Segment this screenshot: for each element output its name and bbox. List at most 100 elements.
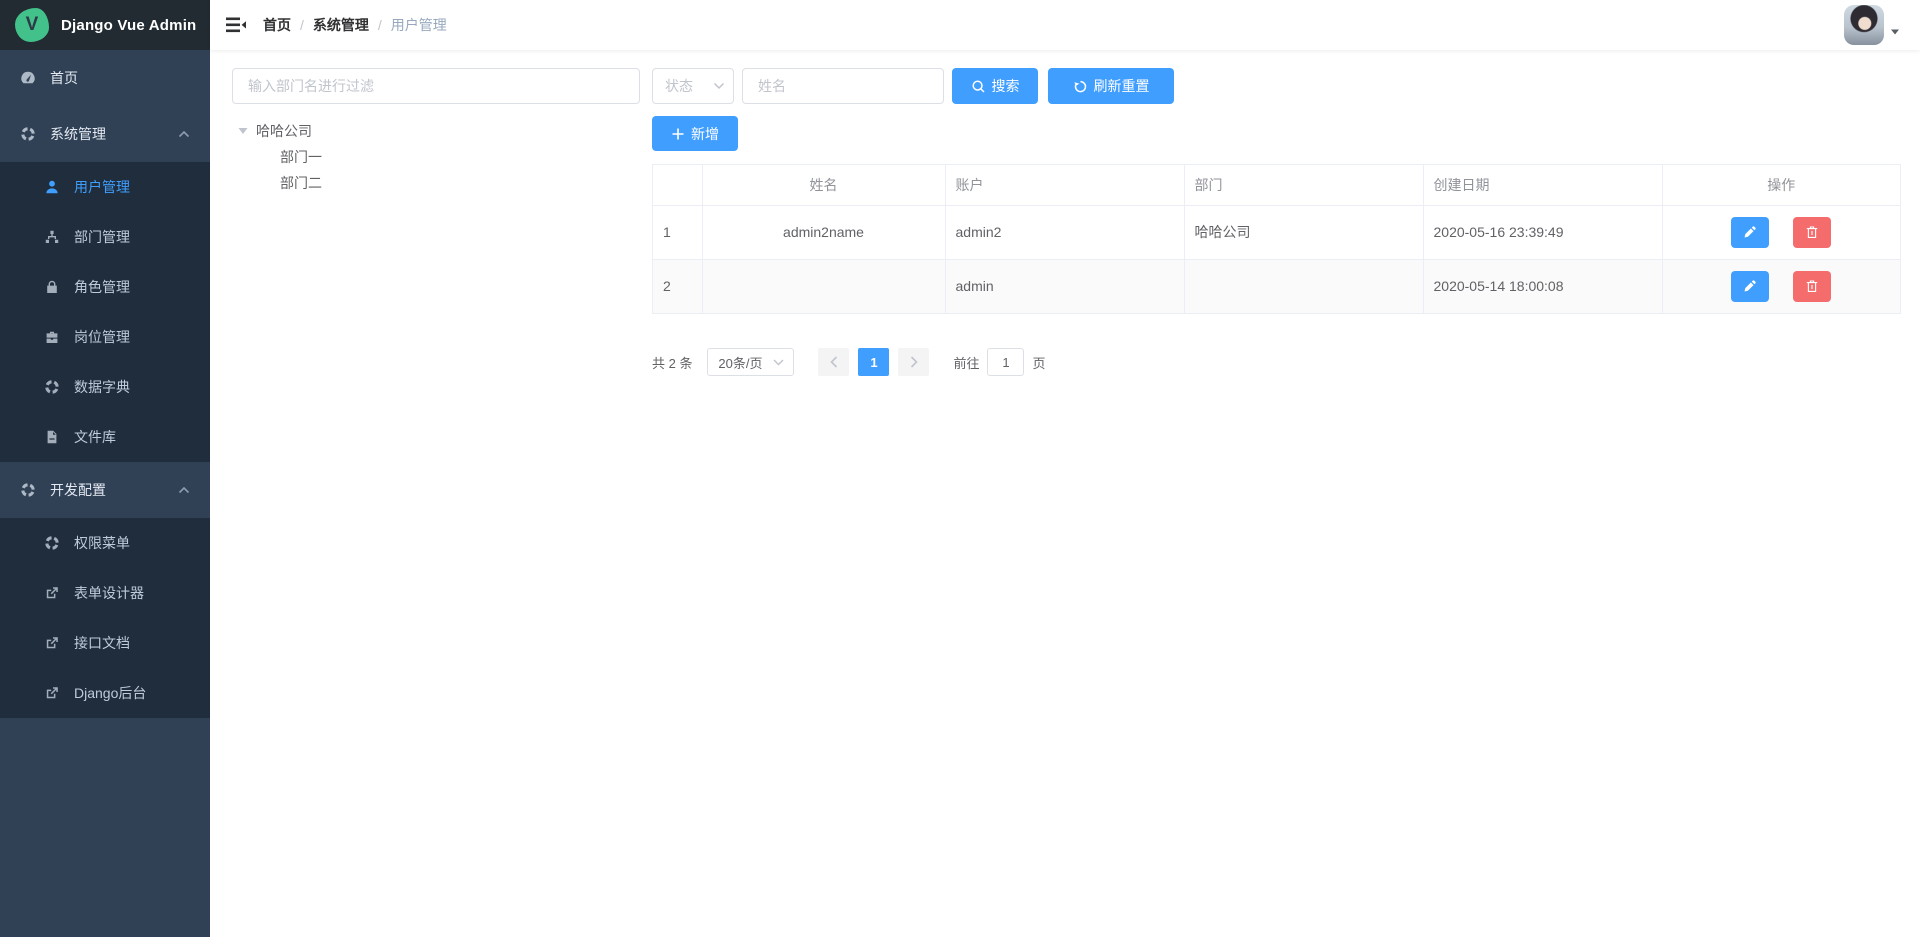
- tree-node-child[interactable]: 部门二: [232, 170, 640, 196]
- sidebar-item-dept-mgmt[interactable]: 部门管理: [0, 212, 210, 262]
- user-avatar[interactable]: [1844, 5, 1884, 45]
- submenu-dev-config: 权限菜单 表单设计器 接口文档 Django后台: [0, 518, 210, 718]
- edit-button[interactable]: [1731, 217, 1769, 248]
- sidebar-section-dev-config[interactable]: 开发配置: [0, 462, 210, 518]
- breadcrumb-system[interactable]: 系统管理: [313, 15, 369, 35]
- sidebar-item-permission-menu[interactable]: 权限菜单: [0, 518, 210, 568]
- cell-dept: [1184, 259, 1423, 313]
- sidebar-item-home[interactable]: 首页: [0, 50, 210, 106]
- cell-account: admin2: [945, 205, 1184, 259]
- tree-node-label[interactable]: 哈哈公司: [256, 121, 312, 141]
- refresh-icon: [1073, 79, 1088, 94]
- sidebar-section-system[interactable]: 系统管理: [0, 106, 210, 162]
- filter-row: 状态 搜索 刷新重置: [652, 68, 1901, 104]
- cell-name: admin2name: [702, 205, 945, 259]
- lock-icon: [44, 279, 60, 295]
- table-row: 2 admin 2020-05-14 18:00:08: [653, 259, 1900, 313]
- app-logo-bar[interactable]: V Django Vue Admin: [0, 0, 210, 50]
- breadcrumb-separator: /: [378, 17, 382, 33]
- edit-button[interactable]: [1731, 271, 1769, 302]
- navbar-right: [1844, 5, 1900, 45]
- submenu-system: 用户管理 部门管理 角色管理 岗位管理 数据字典 文件库: [0, 162, 210, 462]
- delete-button[interactable]: [1793, 217, 1831, 248]
- table-row: 1 admin2name admin2 哈哈公司 2020-05-16 23:3…: [653, 205, 1900, 259]
- component-icon: [44, 535, 60, 551]
- col-account: 账户: [945, 165, 1184, 205]
- sidebar-item-label: Django后台: [74, 683, 146, 703]
- sidebar-item-data-dict[interactable]: 数据字典: [0, 362, 210, 412]
- prev-page-button[interactable]: [818, 348, 849, 376]
- cell-index: 1: [653, 205, 702, 259]
- sidebar-item-django-admin[interactable]: Django后台: [0, 668, 210, 718]
- chevron-down-icon: [773, 359, 784, 366]
- top-navbar: 首页 / 系统管理 / 用户管理: [210, 0, 1920, 50]
- sidebar-item-label: 接口文档: [74, 633, 130, 653]
- org-tree-icon: [44, 229, 60, 245]
- status-select[interactable]: 状态: [652, 68, 734, 104]
- dept-filter-input[interactable]: [232, 68, 640, 104]
- pagination: 共 2 条 20条/页 1 前往 页: [652, 348, 1901, 376]
- cell-dept: 哈哈公司: [1184, 205, 1423, 259]
- next-page-button[interactable]: [898, 348, 929, 376]
- sidebar: V Django Vue Admin 首页 系统管理 用户管理 部门管理 角色管…: [0, 0, 210, 937]
- sidebar-item-label: 首页: [50, 68, 78, 88]
- col-ops: 操作: [1662, 165, 1900, 205]
- tree-node-child[interactable]: 部门一: [232, 144, 640, 170]
- col-index: [653, 165, 702, 205]
- search-button[interactable]: 搜索: [952, 68, 1038, 104]
- cell-created: 2020-05-14 18:00:08: [1423, 259, 1662, 313]
- page-number-button[interactable]: 1: [858, 348, 889, 376]
- sidebar-item-label: 部门管理: [74, 227, 130, 247]
- sidebar-item-file-library[interactable]: 文件库: [0, 412, 210, 462]
- table-header-row: 姓名 账户 部门 创建日期 操作: [653, 165, 1900, 205]
- chevron-right-icon: [910, 356, 918, 368]
- page-unit-label: 页: [1032, 353, 1045, 372]
- pen-icon: [1743, 225, 1757, 239]
- user-panel: 状态 搜索 刷新重置 新增: [652, 68, 1901, 937]
- goto-page-input[interactable]: [987, 348, 1024, 376]
- name-filter-input[interactable]: [742, 68, 944, 104]
- chevron-left-icon: [830, 356, 838, 368]
- sidebar-item-label: 权限菜单: [74, 533, 130, 553]
- breadcrumb-current: 用户管理: [391, 15, 447, 35]
- goto-label: 前往: [953, 353, 979, 372]
- component-icon: [44, 379, 60, 395]
- chevron-down-icon: [713, 82, 725, 90]
- col-name: 姓名: [702, 165, 945, 205]
- delete-button[interactable]: [1793, 271, 1831, 302]
- sidebar-item-api-docs[interactable]: 接口文档: [0, 618, 210, 668]
- status-select-placeholder: 状态: [665, 76, 693, 96]
- breadcrumb-home[interactable]: 首页: [263, 15, 291, 35]
- cell-ops: [1662, 259, 1900, 313]
- tree-node-root[interactable]: 哈哈公司: [232, 118, 640, 144]
- pen-icon: [1743, 279, 1757, 293]
- sidebar-section-label: 系统管理: [50, 124, 106, 144]
- main-area: 首页 / 系统管理 / 用户管理 哈哈公司 部门一 部门二: [210, 0, 1920, 937]
- component-icon: [20, 482, 36, 498]
- col-dept: 部门: [1184, 165, 1423, 205]
- dept-tree: 哈哈公司 部门一 部门二: [232, 118, 640, 196]
- user-table: 姓名 账户 部门 创建日期 操作 1 admin2name admin2 哈哈公: [652, 164, 1901, 314]
- sidebar-item-user-mgmt[interactable]: 用户管理: [0, 162, 210, 212]
- external-link-icon: [44, 685, 60, 701]
- sidebar-section-label: 开发配置: [50, 480, 106, 500]
- tree-expand-caret-icon[interactable]: [238, 127, 248, 135]
- sidebar-toggle-icon[interactable]: [225, 16, 247, 34]
- sidebar-item-label: 角色管理: [74, 277, 130, 297]
- sidebar-item-form-designer[interactable]: 表单设计器: [0, 568, 210, 618]
- breadcrumb-separator: /: [300, 17, 304, 33]
- caret-down-icon[interactable]: [1890, 28, 1900, 36]
- add-button[interactable]: 新增: [652, 116, 738, 151]
- external-link-icon: [44, 585, 60, 601]
- sidebar-item-role-mgmt[interactable]: 角色管理: [0, 262, 210, 312]
- refresh-reset-button[interactable]: 刷新重置: [1048, 68, 1174, 104]
- sidebar-item-post-mgmt[interactable]: 岗位管理: [0, 312, 210, 362]
- user-icon: [44, 179, 60, 195]
- external-link-icon: [44, 635, 60, 651]
- col-created: 创建日期: [1423, 165, 1662, 205]
- sidebar-item-label: 岗位管理: [74, 327, 130, 347]
- sidebar-item-label: 数据字典: [74, 377, 130, 397]
- sidebar-item-label: 用户管理: [74, 177, 130, 197]
- sidebar-item-label: 表单设计器: [74, 583, 144, 603]
- page-size-select[interactable]: 20条/页: [707, 348, 794, 376]
